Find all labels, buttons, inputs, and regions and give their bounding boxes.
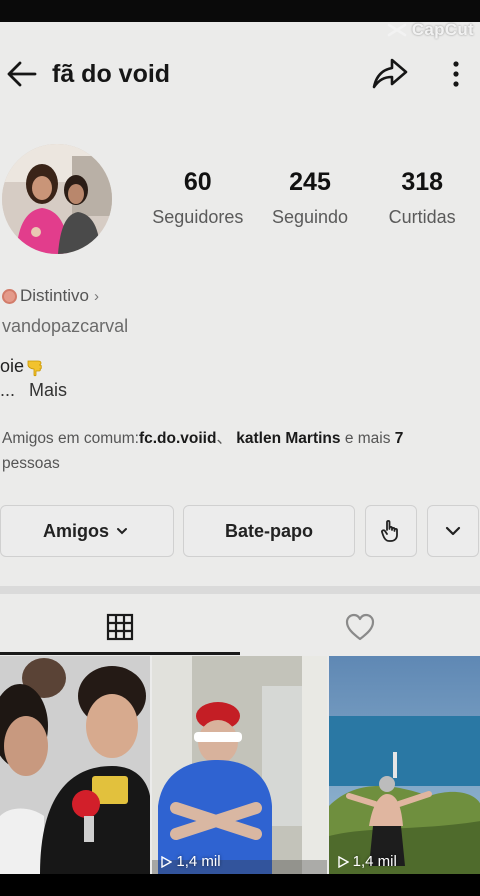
bio-expand[interactable]: ... Mais — [0, 380, 67, 401]
badge-icon — [2, 288, 17, 304]
play-icon — [337, 855, 349, 868]
status-bar — [0, 0, 480, 22]
tap-hand-icon — [381, 519, 398, 542]
username-handle: vandopazcarval — [2, 316, 129, 336]
section-divider — [0, 586, 480, 594]
suggestions-dropdown-button[interactable] — [427, 505, 479, 557]
chevron-right-icon: › — [93, 287, 99, 305]
tab-liked[interactable] — [240, 596, 480, 658]
video-thumbnail[interactable] — [0, 656, 151, 874]
badge-label: Distintivo — [20, 286, 89, 305]
chevron-down-icon — [445, 526, 461, 536]
grid-icon — [106, 613, 134, 641]
friends-button-label: Amigos — [42, 520, 109, 541]
mutual-suffix: pessoas — [2, 455, 60, 472]
bottom-bar — [0, 874, 480, 896]
play-icon — [161, 855, 173, 868]
profile-stats: 60 Seguidores 245 Seguindo 318 Curtidas — [140, 168, 480, 228]
video-thumbnail-image — [152, 656, 327, 874]
avatar[interactable] — [2, 144, 112, 254]
page-title: fã do void — [52, 60, 171, 88]
arrow-left-icon[interactable] — [4, 56, 40, 92]
stat-value: 60 — [183, 168, 212, 196]
mutual-count: 7 — [394, 430, 404, 447]
video-thumbnail[interactable]: 1,4 mil — [328, 656, 480, 874]
share-arrow-icon[interactable] — [370, 56, 410, 92]
avatar-photo — [2, 144, 112, 254]
chat-button[interactable]: Bate-papo — [183, 505, 355, 557]
stat-value: 318 — [401, 168, 444, 196]
stat-label: Curtidas — [388, 207, 456, 227]
capcut-logo-icon — [387, 23, 407, 37]
chat-button-label: Bate-papo — [224, 520, 313, 541]
more-vertical-icon[interactable] — [444, 56, 468, 92]
video-thumbnail-image — [328, 656, 480, 874]
profile-screen: fã do void 60 Seguidores 245 Seguindo 31… — [0, 22, 480, 874]
content-tabs — [0, 596, 480, 658]
profile-header: fã do void — [0, 50, 480, 102]
bio-text: oie — [0, 356, 25, 376]
stat-likes[interactable]: 318 Curtidas — [364, 168, 480, 228]
badge-link[interactable]: Distintivo › — [2, 286, 99, 306]
mutual-friend-1: fc.do.voiid — [138, 430, 217, 447]
stat-following[interactable]: 245 Seguindo — [256, 168, 365, 228]
stat-label: Seguindo — [271, 207, 349, 227]
video-thumbnail[interactable]: 1,4 mil — [152, 656, 327, 874]
heart-icon — [345, 613, 375, 641]
view-count-label: 1,4 mil — [176, 853, 221, 870]
mutual-prefix: Amigos em comum: — [2, 430, 139, 447]
chevron-down-icon — [117, 528, 127, 535]
active-tab-indicator — [0, 652, 240, 655]
pointing-hand-emoji-icon — [27, 360, 42, 376]
friends-button[interactable]: Amigos — [0, 505, 174, 557]
stat-value: 245 — [289, 168, 331, 196]
bio: oie — [0, 356, 45, 377]
tab-videos[interactable] — [0, 596, 240, 658]
capcut-watermark: CapCut — [387, 20, 474, 40]
view-count: 1,4 mil — [337, 853, 397, 870]
capcut-text: CapCut — [411, 20, 474, 39]
more-link[interactable]: Mais — [29, 380, 67, 400]
video-thumbnail-image — [0, 656, 151, 874]
mutual-separator: 、 — [216, 430, 232, 447]
stat-label: Seguidores — [152, 207, 244, 227]
mutual-friends[interactable]: Amigos em comum:fc.do.voiid、 katlen Mart… — [2, 426, 472, 476]
mutual-friend-2: katlen Martins — [236, 430, 341, 447]
mutual-middle: e mais — [340, 430, 395, 447]
view-count: 1,4 mil — [160, 853, 221, 870]
poke-button[interactable] — [365, 505, 417, 557]
view-count-label: 1,4 mil — [352, 853, 397, 870]
video-grid: 1,4 mil 1,4 mil — [0, 656, 480, 874]
ellipsis: ... — [0, 380, 16, 400]
stat-followers[interactable]: 60 Seguidores — [140, 168, 256, 228]
